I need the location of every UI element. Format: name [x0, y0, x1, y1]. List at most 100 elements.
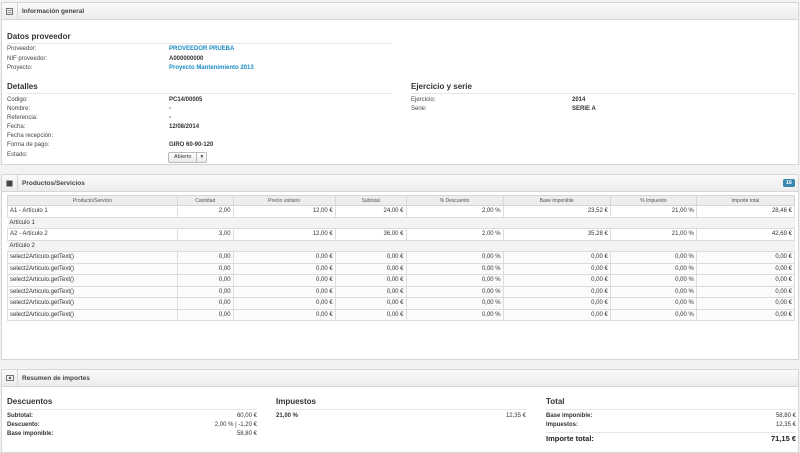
table-row[interactable]: select2Articulo.getText() 0,00 0,00 €0,00 … [7, 308, 796, 321]
document-icon [2, 3, 18, 19]
table-cell: 0,00 € [334, 274, 407, 287]
table-header-row: Producto/Servicio Cantidad Precio unitario… [7, 195, 796, 206]
base-label: Base imponible: [7, 431, 54, 437]
table-cell: 0,00 % [405, 262, 504, 275]
ejercicio-section-title: Ejercicio y serie [411, 82, 472, 91]
proyecto-link[interactable]: Proyecto Mantenimiento 2013 [169, 65, 254, 71]
caret-down-icon[interactable]: ▾ [196, 153, 206, 162]
table-cell: 0,00 % [405, 274, 504, 287]
column-header[interactable]: Precio unitario [232, 195, 336, 206]
fecha-value: 12/08/2014 [169, 124, 200, 130]
column-header[interactable]: Base imponible [502, 195, 611, 206]
table-cell: 0,00 € [502, 285, 611, 298]
table-cell: 2,00 [176, 205, 234, 218]
table-cell: 0,00 % [609, 285, 697, 298]
column-header[interactable]: % Impuesto [609, 195, 697, 206]
column-header[interactable]: Producto/Servicio [7, 195, 178, 206]
table-cell: 0,00 % [609, 262, 697, 275]
importe-total-label: Importe total: [546, 434, 594, 443]
table-cell: 0,00 € [334, 262, 407, 275]
column-header[interactable]: Cantidad [176, 195, 234, 206]
summary-header[interactable]: Resumen de importes [2, 370, 798, 387]
ejercicio-value: 2014 [572, 97, 586, 103]
table-cell: 21,00 % [609, 205, 697, 218]
table-cell: 12,00 € [232, 205, 336, 218]
impuesto-rate: 21,00 % [276, 413, 299, 419]
descuento-label: Descuento: [7, 422, 40, 428]
column-header[interactable]: % Descuento [405, 195, 504, 206]
table-cell: 0,00 [176, 308, 234, 321]
table-row[interactable]: select2Articulo.getText() 0,00 0,00 €0,00 … [7, 297, 796, 310]
group-label: Artículo 2 [7, 239, 795, 252]
table-cell: 2,00 % [405, 205, 504, 218]
column-header[interactable]: Importe total [695, 195, 796, 206]
descuento-value: 2,00 % | -1,20 € [214, 422, 257, 428]
table-cell: 0,00 € [232, 297, 336, 310]
summary-panel: Resumen de importes Descuentos Subtotal:… [1, 369, 799, 453]
nif-label: NIF proveedor: [7, 56, 48, 62]
total-section-title: Total [546, 397, 565, 406]
estado-dropdown[interactable]: Abierto ▾ [168, 152, 208, 163]
divider [546, 432, 796, 433]
table-cell: select2Articulo.getText() [7, 297, 178, 310]
estado-value[interactable]: Abierto [169, 153, 196, 162]
table-row[interactable]: select2Articulo.getText() 0,00 0,00 €0,00 … [7, 262, 796, 275]
table-cell: 0,00 [176, 251, 234, 264]
table-cell: 0,00 % [405, 251, 504, 264]
general-info-header[interactable]: Información general [2, 3, 798, 20]
table-row[interactable]: select2Articulo.getText() 0,00 0,00 €0,00 … [7, 251, 796, 264]
fecha-recepcion-label: Fecha recepción: [7, 133, 54, 139]
divider [546, 409, 796, 410]
table-cell: 0,00 € [695, 274, 796, 287]
summary-title: Resumen de importes [22, 374, 90, 382]
subtotal-value: 60,00 € [236, 413, 257, 419]
table-cell: 0,00 € [502, 251, 611, 264]
table-cell: 24,00 € [334, 205, 407, 218]
table-cell: 0,00 % [609, 251, 697, 264]
divider [276, 409, 526, 410]
table-cell: 0,00 [176, 262, 234, 275]
money-icon [2, 370, 18, 386]
table-cell: 21,00 % [609, 228, 697, 241]
general-info-panel: Información general Datos proveedor Prov… [1, 2, 799, 165]
list-icon [2, 175, 18, 191]
column-header[interactable]: Subtotal [334, 195, 407, 206]
table-row[interactable]: A1 - Artículo 1 2,00 12,00 €24,00 €2,00 % 2… [7, 205, 796, 218]
table-cell: 36,00 € [334, 228, 407, 241]
divider [7, 409, 257, 410]
table-cell: 0,00 € [502, 308, 611, 321]
table-cell: 0,00 € [334, 251, 407, 264]
nombre-value: - [169, 106, 171, 112]
proveedor-label: Proveedor: [7, 46, 37, 52]
table-cell: 0,00 % [405, 285, 504, 298]
table-cell: 0,00 € [334, 285, 407, 298]
estado-label: Estado: [7, 152, 28, 158]
forma-pago-value: GIRO 60-90-120 [169, 142, 214, 148]
impuesto-amount: 12,35 € [505, 413, 526, 419]
table-cell: 0,00 [176, 274, 234, 287]
table-cell: 0,00 % [609, 274, 697, 287]
table-cell: 0,00 € [232, 274, 336, 287]
table-cell: select2Articulo.getText() [7, 285, 178, 298]
group-row[interactable]: Artículo 2 [7, 239, 795, 252]
table-cell: 0,00 € [232, 308, 336, 321]
group-row[interactable]: Artículo 1 [7, 216, 795, 229]
table-cell: 3,00 [176, 228, 234, 241]
table-row[interactable]: select2Articulo.getText() 0,00 0,00 €0,00 … [7, 274, 796, 287]
table-cell: A1 - Artículo 1 [7, 205, 178, 218]
table-cell: 0,00 [176, 285, 234, 298]
table-cell: 0,00 € [502, 297, 611, 310]
table-row[interactable]: A2 - Artículo 2 3,00 12,00 €36,00 €2,00 % 3… [7, 228, 796, 241]
table-cell: 0,00 € [334, 308, 407, 321]
proveedor-section-title: Datos proveedor [7, 32, 71, 41]
products-header[interactable]: Productos/Servicios 16 [2, 175, 798, 192]
table-row[interactable]: select2Articulo.getText() 0,00 0,00 €0,00 … [7, 285, 796, 298]
table-cell: 35,28 € [502, 228, 611, 241]
table-cell: 0,00 € [695, 285, 796, 298]
table-cell: 0,00 € [502, 274, 611, 287]
subtotal-label: Subtotal: [7, 413, 33, 419]
proveedor-link[interactable]: PROVEEDOR PRUEBA [169, 46, 234, 52]
proyecto-label: Proyecto: [7, 65, 33, 71]
table-cell: 0,00 % [405, 308, 504, 321]
table-cell: 23,52 € [502, 205, 611, 218]
